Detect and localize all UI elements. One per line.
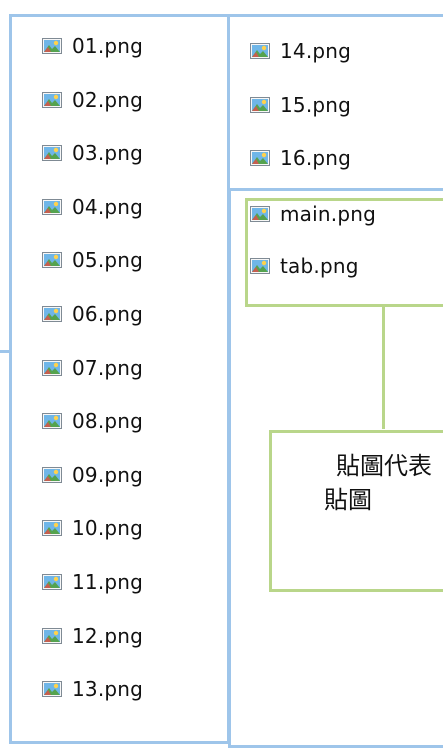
file-name: 01.png — [72, 34, 144, 58]
file-item[interactable]: 01.png — [42, 32, 143, 60]
image-file-icon — [42, 413, 62, 429]
callout-line-2: 貼圖 — [324, 486, 372, 514]
left-edge-tick — [0, 350, 9, 353]
file-name: 10.png — [72, 516, 144, 540]
image-file-icon — [42, 574, 62, 590]
file-item[interactable]: 04.png — [42, 193, 143, 221]
file-name: 09.png — [72, 463, 144, 487]
file-name: 13.png — [72, 677, 144, 701]
file-item[interactable]: 12.png — [42, 622, 143, 650]
image-file-icon — [250, 97, 270, 113]
image-file-icon — [42, 306, 62, 322]
file-item[interactable]: 13.png — [42, 675, 143, 703]
image-file-icon — [250, 206, 270, 222]
file-item[interactable]: 07.png — [42, 354, 143, 382]
file-name: 15.png — [280, 93, 352, 117]
image-file-icon — [42, 252, 62, 268]
file-name: 07.png — [72, 356, 144, 380]
image-file-icon — [42, 520, 62, 536]
file-item[interactable]: 16.png — [250, 144, 351, 172]
file-item[interactable]: main.png — [250, 200, 376, 228]
file-name: main.png — [280, 202, 376, 226]
callout-box: 貼圖代表 貼圖 — [269, 430, 443, 592]
file-name: 16.png — [280, 146, 352, 170]
file-item[interactable]: 14.png — [250, 37, 351, 65]
image-file-icon — [42, 199, 62, 215]
file-name: 12.png — [72, 624, 144, 648]
image-file-icon — [42, 92, 62, 108]
file-item[interactable]: 08.png — [42, 407, 143, 435]
image-file-icon — [42, 467, 62, 483]
file-item[interactable]: 15.png — [250, 91, 351, 119]
file-name: 05.png — [72, 248, 144, 272]
callout-line-1: 貼圖代表 — [336, 452, 432, 480]
file-name: 08.png — [72, 409, 144, 433]
file-name: 06.png — [72, 302, 144, 326]
file-item[interactable]: 10.png — [42, 514, 143, 542]
file-name: 14.png — [280, 39, 352, 63]
group-box-top-extension — [9, 14, 443, 17]
image-file-icon — [42, 628, 62, 644]
file-item[interactable]: 02.png — [42, 86, 143, 114]
file-name: 11.png — [72, 570, 144, 594]
file-name: 03.png — [72, 141, 144, 165]
image-file-icon — [42, 681, 62, 697]
image-file-icon — [250, 150, 270, 166]
callout-text: 貼圖代表 貼圖 — [284, 449, 443, 517]
file-name: 04.png — [72, 195, 144, 219]
file-name: 02.png — [72, 88, 144, 112]
image-file-icon — [42, 145, 62, 161]
image-file-icon — [250, 258, 270, 274]
image-file-icon — [42, 38, 62, 54]
file-item[interactable]: 09.png — [42, 461, 143, 489]
image-file-icon — [250, 43, 270, 59]
file-item[interactable]: tab.png — [250, 252, 359, 280]
file-item[interactable]: 06.png — [42, 300, 143, 328]
image-file-icon — [42, 360, 62, 376]
file-item[interactable]: 03.png — [42, 139, 143, 167]
file-item[interactable]: 05.png — [42, 246, 143, 274]
file-name: tab.png — [280, 254, 359, 278]
file-item[interactable]: 11.png — [42, 568, 143, 596]
callout-connector — [382, 307, 385, 429]
